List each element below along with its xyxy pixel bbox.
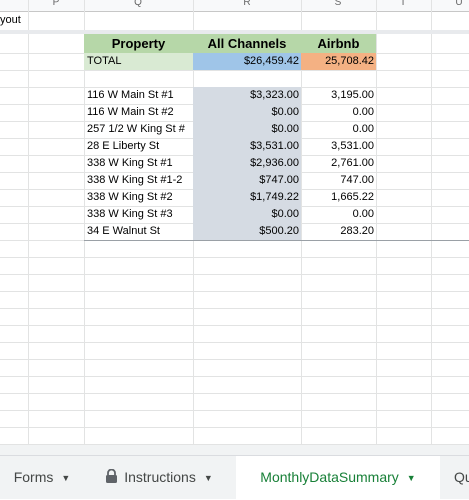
airbnb-cell[interactable]: 3,531.00 xyxy=(301,138,376,155)
property-cell[interactable]: 338 W King St #1 xyxy=(87,155,193,172)
gridline xyxy=(0,393,469,394)
airbnb-cell[interactable]: 2,761.00 xyxy=(301,155,376,172)
lock-icon xyxy=(106,468,118,483)
gridline xyxy=(0,359,469,360)
property-cell[interactable]: 34 E Walnut St xyxy=(87,223,193,240)
property-cell[interactable]: 28 E Liberty St xyxy=(87,138,193,155)
sheet-tab-bar: Forms ▼ Instructions ▼ MonthlyDataSummary ▼… xyxy=(0,455,469,499)
gridline xyxy=(0,427,469,428)
airbnb-cell[interactable]: 0.00 xyxy=(301,206,376,223)
airbnb-cell[interactable]: 747.00 xyxy=(301,172,376,189)
sheet-tab-qu[interactable]: Qu xyxy=(454,456,469,499)
gridline xyxy=(0,410,469,411)
property-cell[interactable]: 257 1/2 W King St # xyxy=(87,121,193,138)
airbnb-cell[interactable]: 0.00 xyxy=(301,121,376,138)
tab-label: Instructions xyxy=(124,469,196,485)
spreadsheet-grid[interactable]: P Q R S T U yout Property All Channels A… xyxy=(0,0,469,445)
total-all-channels-cell[interactable]: $26,459.42 xyxy=(193,53,301,70)
header-property[interactable]: Property xyxy=(84,34,193,53)
horizontal-scrollbar[interactable] xyxy=(0,445,469,455)
chevron-down-icon[interactable]: ▼ xyxy=(204,457,213,500)
column-header-p[interactable]: P xyxy=(46,0,66,8)
column-header-s[interactable]: S xyxy=(328,0,348,8)
sheet-tab-monthlydatasummary[interactable]: MonthlyDataSummary ▼ xyxy=(236,456,440,499)
all-channels-cell[interactable]: $0.00 xyxy=(193,206,301,223)
header-airbnb[interactable]: Airbnb xyxy=(301,34,376,53)
all-channels-cell[interactable]: $0.00 xyxy=(193,121,301,138)
header-all-channels[interactable]: All Channels xyxy=(193,34,301,53)
tab-label: Qu xyxy=(454,469,469,485)
gridline xyxy=(0,325,469,326)
gridline xyxy=(0,376,469,377)
sheet-tab-forms[interactable]: Forms ▼ xyxy=(0,456,84,499)
gridline xyxy=(0,308,469,309)
airbnb-cell[interactable]: 3,195.00 xyxy=(301,87,376,104)
airbnb-cell[interactable]: 283.20 xyxy=(301,223,376,240)
total-airbnb-cell[interactable]: 25,708.42 xyxy=(301,53,376,70)
column-header-t[interactable]: T xyxy=(393,0,413,8)
partial-cell-text[interactable]: yout xyxy=(0,12,28,29)
property-cell[interactable]: 116 W Main St #1 xyxy=(87,87,193,104)
gridline xyxy=(0,342,469,343)
property-cell[interactable]: 116 W Main St #2 xyxy=(87,104,193,121)
sheet-tab-instructions[interactable]: Instructions ▼ xyxy=(88,456,230,499)
airbnb-cell[interactable]: 0.00 xyxy=(301,104,376,121)
column-header-row: P Q R S T U xyxy=(0,0,469,12)
gridline xyxy=(0,274,469,275)
table-bottom-border xyxy=(84,240,469,241)
property-cell[interactable]: 338 W King St #1-2 xyxy=(87,172,193,189)
all-channels-cell[interactable]: $2,936.00 xyxy=(193,155,301,172)
all-channels-cell[interactable]: $3,531.00 xyxy=(193,138,301,155)
property-cell[interactable]: 338 W King St #3 xyxy=(87,206,193,223)
gridline xyxy=(0,70,469,71)
airbnb-cell[interactable]: 1,665.22 xyxy=(301,189,376,206)
total-label-cell[interactable]: TOTAL xyxy=(84,53,193,70)
all-channels-cell[interactable]: $3,323.00 xyxy=(193,87,301,104)
all-channels-cell[interactable]: $747.00 xyxy=(193,172,301,189)
chevron-down-icon[interactable]: ▼ xyxy=(61,457,70,500)
property-cell[interactable]: 338 W King St #2 xyxy=(87,189,193,206)
tab-label: Forms xyxy=(13,469,54,485)
gridline xyxy=(0,291,469,292)
column-header-r[interactable]: R xyxy=(237,0,257,8)
tab-label: MonthlyDataSummary xyxy=(260,469,399,485)
all-channels-cell[interactable]: $0.00 xyxy=(193,104,301,121)
column-header-u[interactable]: U xyxy=(449,0,469,8)
all-channels-cell[interactable]: $1,749.22 xyxy=(193,189,301,206)
chevron-down-icon[interactable]: ▼ xyxy=(407,457,416,500)
gridline xyxy=(0,257,469,258)
column-header-q[interactable]: Q xyxy=(128,0,148,8)
all-channels-cell[interactable]: $500.20 xyxy=(193,223,301,240)
